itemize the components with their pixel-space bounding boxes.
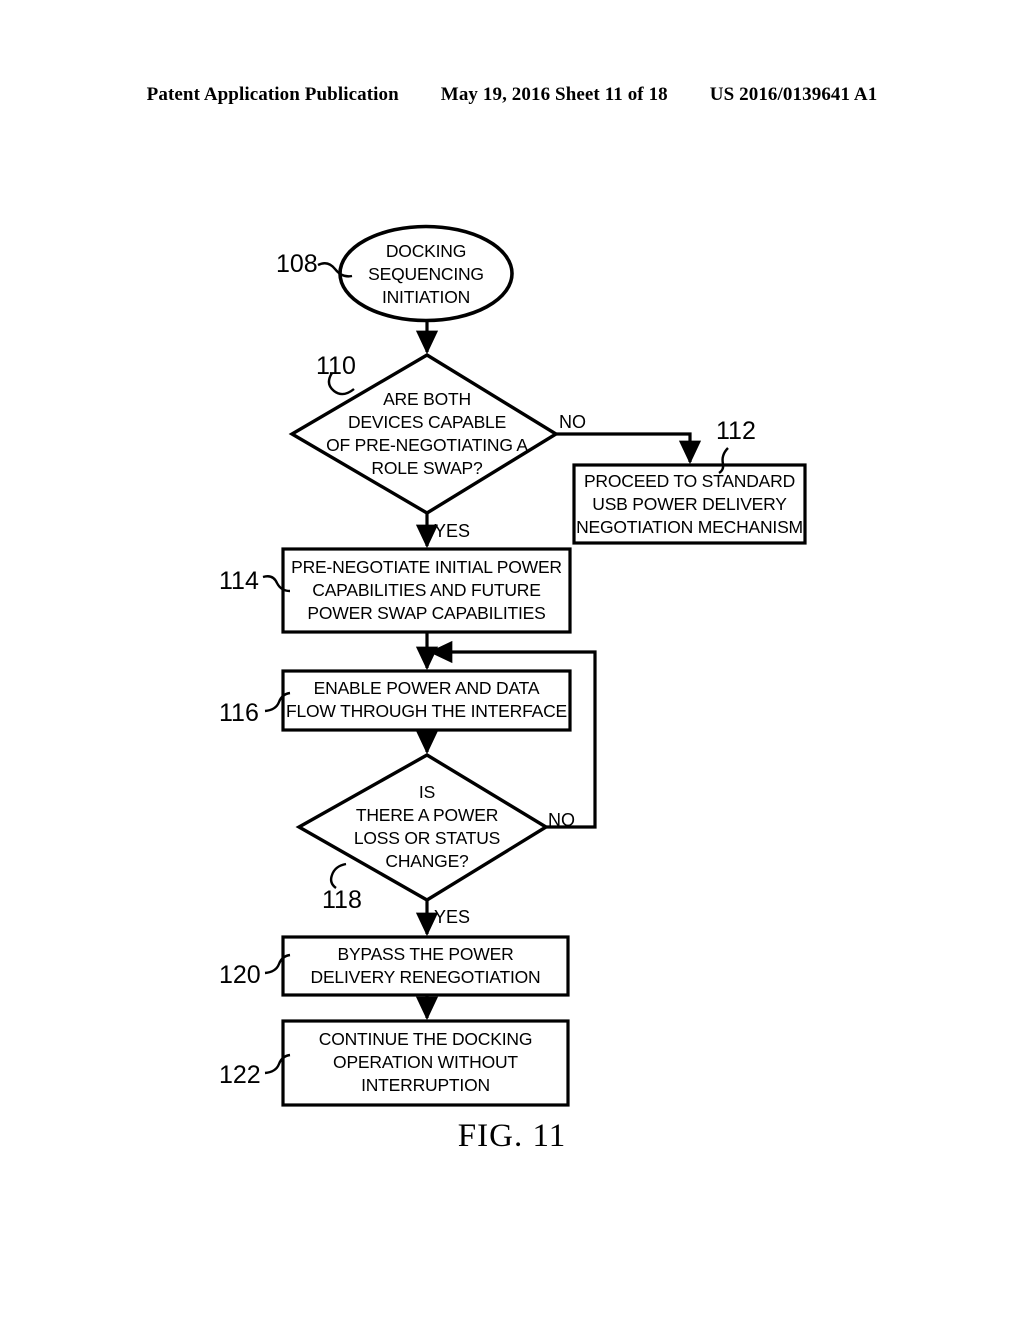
node-116-rect-shape bbox=[281, 669, 572, 732]
branch-label-118-no: NO bbox=[548, 810, 575, 830]
ref-numeral-116: 116 bbox=[219, 699, 259, 727]
node-118-diamond-shape bbox=[295, 753, 550, 902]
node-114-rect-shape bbox=[281, 547, 572, 634]
branch-label-118-yes: YES bbox=[434, 907, 471, 927]
node-112-rect-shape bbox=[572, 463, 807, 545]
node-122-rect-shape bbox=[281, 1019, 570, 1107]
ref-numeral-112: 112 bbox=[716, 417, 756, 445]
node-108-oval-shape bbox=[338, 224, 514, 323]
branch-label-110-yes: YES bbox=[434, 521, 471, 541]
leader-line-118 bbox=[329, 862, 347, 889]
ref-numeral-114: 114 bbox=[219, 567, 259, 595]
branch-label-110-no: NO bbox=[559, 412, 586, 432]
node-120-rect-shape bbox=[281, 935, 570, 997]
ref-numeral-120: 120 bbox=[219, 961, 261, 989]
figure-caption: FIG. 11 bbox=[457, 1118, 567, 1154]
ref-numeral-110: 110 bbox=[316, 352, 356, 380]
ref-numeral-122: 122 bbox=[219, 1061, 261, 1089]
connector-110-no-to-112 bbox=[556, 432, 702, 465]
ref-numeral-108: 108 bbox=[276, 250, 318, 278]
ref-numeral-118: 118 bbox=[322, 886, 362, 914]
